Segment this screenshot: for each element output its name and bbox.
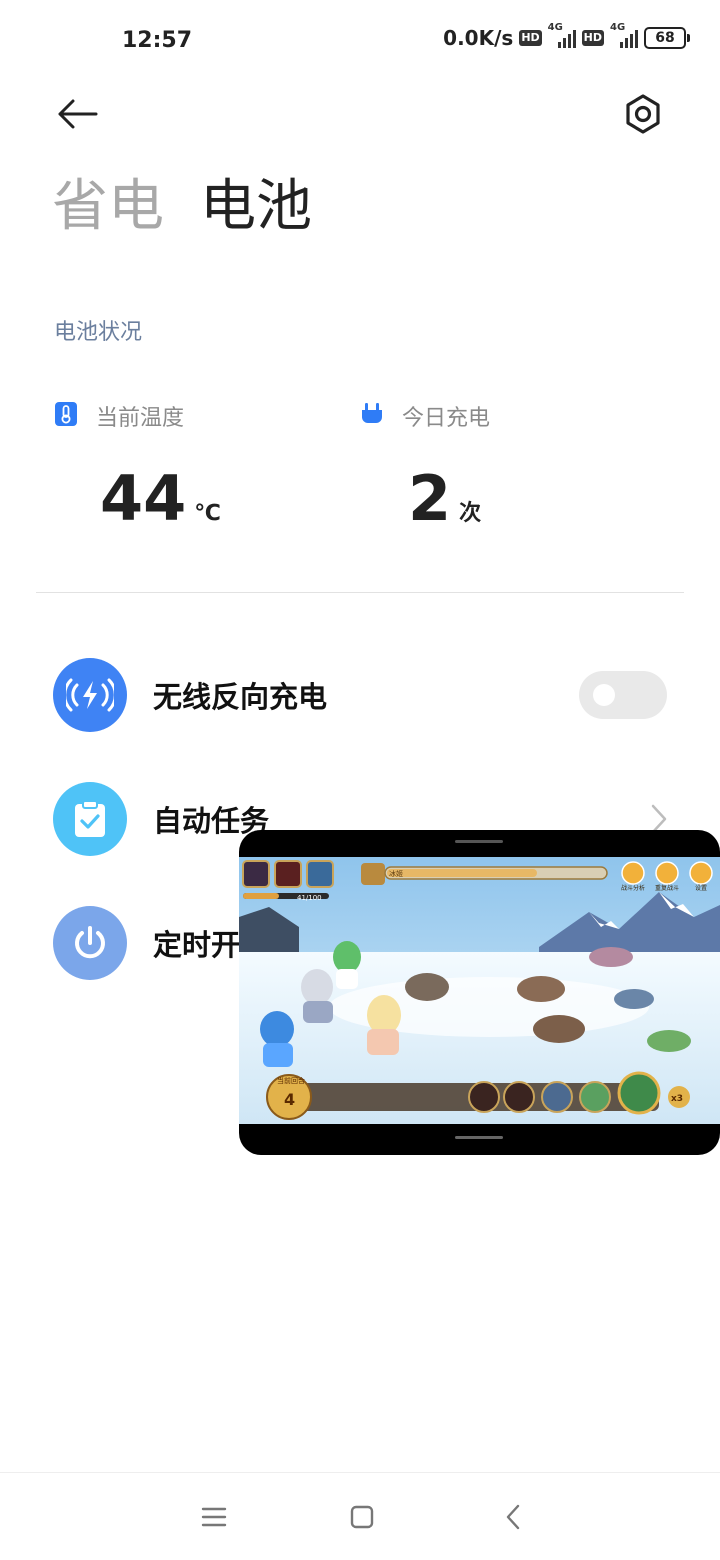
header-tabs: 省电 电池	[52, 172, 312, 242]
status-time: 12:57	[122, 28, 193, 53]
gear-icon[interactable]	[622, 92, 664, 136]
game-settings-icon[interactable]	[689, 861, 713, 885]
charges-today-label: 今日充电	[402, 406, 491, 431]
temperature-value-group: 44 ℃	[100, 462, 221, 535]
status-bar: 12:57 0.0K/s HD 4G HD 4G 68	[0, 0, 720, 84]
hd-badge-sim1: HD	[519, 30, 542, 46]
home-icon[interactable]	[348, 1503, 376, 1531]
hd-badge-sim2: HD	[581, 30, 604, 46]
network-type-sim1: 4G	[547, 22, 563, 33]
hud-stage: 4	[284, 1090, 295, 1109]
game-screen[interactable]: 41/100 冰姬 战斗分析 重复战斗 设置 当前回合 4 x3	[239, 857, 720, 1124]
hud-speed: x3	[671, 1094, 683, 1104]
temperature-stat: 当前温度 44 ℃	[54, 400, 221, 535]
tab-power-saving[interactable]: 省电	[52, 172, 164, 242]
system-navigation-bar	[0, 1472, 720, 1560]
wireless-charge-icon	[53, 658, 127, 732]
clipboard-check-icon	[53, 782, 127, 856]
temperature-label: 当前温度	[96, 406, 185, 431]
toggle-knob	[593, 684, 615, 706]
temperature-unit: ℃	[194, 501, 221, 526]
repeat-battle-icon[interactable]	[655, 861, 679, 885]
thermometer-icon	[54, 401, 78, 431]
network-speed: 0.0K/s	[443, 26, 514, 50]
wireless-reverse-charging-row[interactable]: 无线反向充电	[53, 658, 667, 732]
back-arrow-icon[interactable]	[54, 92, 100, 136]
battery-level: 68	[644, 27, 686, 49]
floating-game-window[interactable]: 41/100 冰姬 战斗分析 重复战斗 设置 当前回合 4 x3	[239, 830, 720, 1155]
hud-stage-caption: 当前回合	[277, 1076, 305, 1085]
temperature-value: 44	[100, 462, 187, 535]
charges-today-unit: 次	[459, 501, 482, 526]
window-drag-handle-bottom[interactable]	[455, 1136, 503, 1139]
battery-settings-screen: 12:57 0.0K/s HD 4G HD 4G 68 省电 电池 电池状况 当…	[0, 0, 720, 1560]
hud-button-label-settings: 设置	[695, 884, 707, 892]
battery-status-section-label: 电池状况	[54, 320, 143, 345]
network-type-sim2: 4G	[610, 22, 626, 33]
scheduled-power-label: 定时开	[153, 928, 241, 962]
signal-icon-sim2: 4G	[610, 22, 638, 48]
wireless-reverse-charging-label: 无线反向充电	[153, 680, 328, 714]
charges-today-value-group: 2次	[408, 462, 481, 535]
back-icon[interactable]	[500, 1503, 528, 1531]
hud-button-label-analysis: 战斗分析	[621, 884, 645, 892]
status-indicators: 0.0K/s HD 4G HD 4G 68	[443, 22, 690, 50]
section-divider	[36, 592, 684, 593]
charges-today-stat: 今日充电 2次	[360, 400, 491, 535]
menu-icon[interactable]	[200, 1503, 228, 1531]
battery-icon: 68	[644, 27, 690, 49]
charges-today-value: 2	[408, 462, 452, 535]
wireless-reverse-charging-toggle[interactable]	[579, 671, 667, 719]
battle-analysis-icon[interactable]	[621, 861, 645, 885]
power-icon	[53, 906, 127, 980]
tab-battery[interactable]: 电池	[200, 172, 312, 242]
hud-score: 41/100	[297, 894, 322, 902]
signal-icon-sim1: 4G	[548, 22, 576, 48]
hud-boss-name: 冰姬	[389, 869, 403, 878]
hud-button-label-repeat: 重复战斗	[655, 884, 679, 892]
plug-icon	[360, 401, 384, 431]
window-drag-handle-top[interactable]	[455, 840, 503, 843]
